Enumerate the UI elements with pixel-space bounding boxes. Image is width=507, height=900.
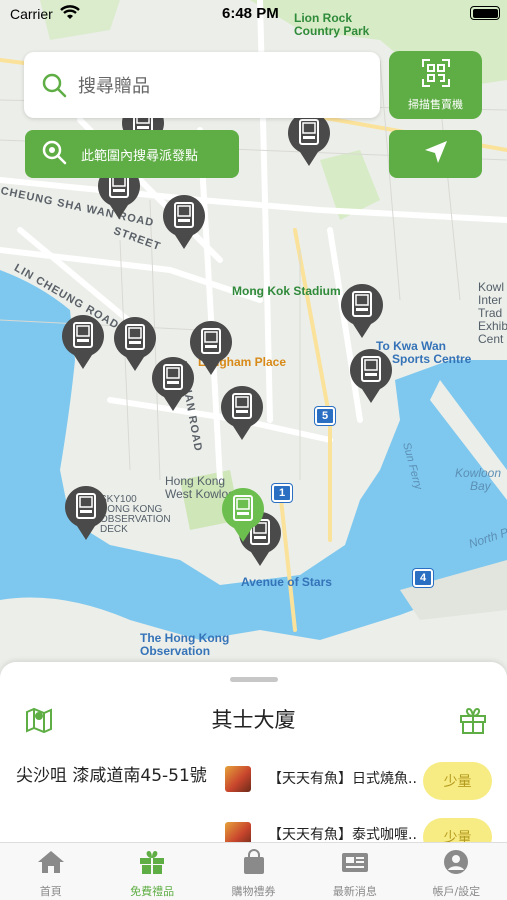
tab-bar: 首頁 免費禮品 購物禮券 最新消息 帳戶/設定: [0, 842, 507, 900]
location-arrow-icon: [423, 139, 449, 169]
shopping-bag-icon: [239, 849, 269, 879]
gift-name: 【天天有魚】日式燒魚...: [268, 771, 418, 787]
location-detail-sheet[interactable]: 其士大廈 尖沙咀 漆咸道南45-51號 【天天有魚】日式燒魚... 少量 【天天…: [0, 662, 507, 842]
newspaper-icon: [340, 849, 370, 879]
vending-machine-pin[interactable]: [348, 347, 394, 405]
gift-thumbnail: [225, 766, 251, 792]
map-label-kowloon: Kowloon: [455, 466, 502, 480]
map-label-inter: Inter: [478, 293, 503, 307]
vending-machine-pin[interactable]: [161, 193, 207, 251]
tab-latest-news[interactable]: 最新消息: [304, 843, 405, 900]
scan-button-label: 掃描售賣機: [408, 98, 463, 111]
stock-badge: 少量: [423, 762, 492, 800]
vending-machine-pin[interactable]: [286, 110, 332, 168]
selected-vending-machine-pin[interactable]: [220, 486, 266, 544]
gift-thumbnail: [225, 822, 251, 842]
area-search-icon: [41, 139, 67, 169]
tab-shopping-vouchers[interactable]: 購物禮券: [203, 843, 304, 900]
tab-account-settings[interactable]: 帳戶/設定: [406, 843, 507, 900]
gift-list-item[interactable]: 【天天有魚】泰式咖喱... 少量: [222, 818, 507, 842]
search-placeholder: 搜尋贈品: [78, 76, 150, 97]
clock-label: 6:48 PM: [222, 5, 279, 22]
status-bar: Carrier 6:48 PM: [0, 0, 507, 28]
search-this-area-button[interactable]: 此範圍內搜尋派發點: [25, 130, 239, 178]
search-input[interactable]: 搜尋贈品: [24, 52, 380, 118]
tab-shopping-vouchers-label: 購物禮券: [231, 885, 276, 898]
tab-free-gifts[interactable]: 免費禮品: [101, 843, 202, 900]
gift-icon[interactable]: [457, 704, 489, 740]
tab-home-label: 首頁: [39, 885, 62, 898]
map-label-avenue-of-stars: Avenue of Stars: [241, 575, 332, 589]
map-label-hk-observation: The Hong Kong: [140, 631, 230, 645]
vending-machine-pin[interactable]: [60, 313, 106, 371]
location-address: 尖沙咀 漆咸道南45-51號: [16, 766, 207, 786]
map-label-kowl: Kowl: [478, 280, 505, 294]
qr-code-icon: [421, 58, 451, 92]
map-label-sports-centre: Sports Centre: [392, 352, 472, 366]
map-label-bay: Bay: [470, 479, 491, 493]
stock-badge: 少量: [423, 818, 492, 842]
map-label-cent: Cent: [478, 332, 504, 346]
vending-machine-pin[interactable]: [150, 355, 196, 413]
vending-machine-pin[interactable]: [63, 484, 109, 542]
tab-latest-news-label: 最新消息: [332, 885, 377, 898]
area-search-label: 此範圍內搜尋派發點: [81, 148, 199, 164]
carrier-label: Carrier: [10, 6, 53, 22]
account-icon: [441, 849, 471, 879]
gift-icon: [137, 849, 167, 879]
map-label-mong-kok-stadium: Mong Kok Stadium: [232, 284, 341, 298]
route-shield-1: 1: [272, 484, 292, 502]
search-icon: [40, 71, 68, 99]
scan-vending-machine-button[interactable]: 掃描售賣機: [389, 51, 482, 119]
tab-home[interactable]: 首頁: [0, 843, 101, 900]
wifi-icon: [60, 5, 80, 25]
gift-list-item[interactable]: 【天天有魚】日式燒魚... 少量: [222, 762, 507, 802]
battery-icon: [470, 6, 500, 20]
tab-account-settings-label: 帳戶/設定: [432, 885, 481, 898]
route-shield-5: 5: [315, 407, 335, 425]
vending-machine-pin[interactable]: [339, 282, 385, 340]
route-shield-4: 4: [413, 569, 433, 587]
tab-free-gifts-label: 免費禮品: [130, 885, 175, 898]
gift-name: 【天天有魚】泰式咖喱...: [268, 827, 418, 842]
location-title: 其士大廈: [211, 708, 296, 732]
map-label-trad: Trad: [478, 306, 503, 320]
sheet-drag-handle[interactable]: [230, 677, 278, 682]
map-label-exhib: Exhib: [478, 319, 507, 333]
map-label-hong-kong: Hong Kong: [165, 474, 226, 488]
map-label-observation: Observation: [140, 644, 211, 658]
home-icon: [36, 849, 66, 879]
vending-machine-pin[interactable]: [219, 384, 265, 442]
current-location-button[interactable]: [389, 130, 482, 178]
